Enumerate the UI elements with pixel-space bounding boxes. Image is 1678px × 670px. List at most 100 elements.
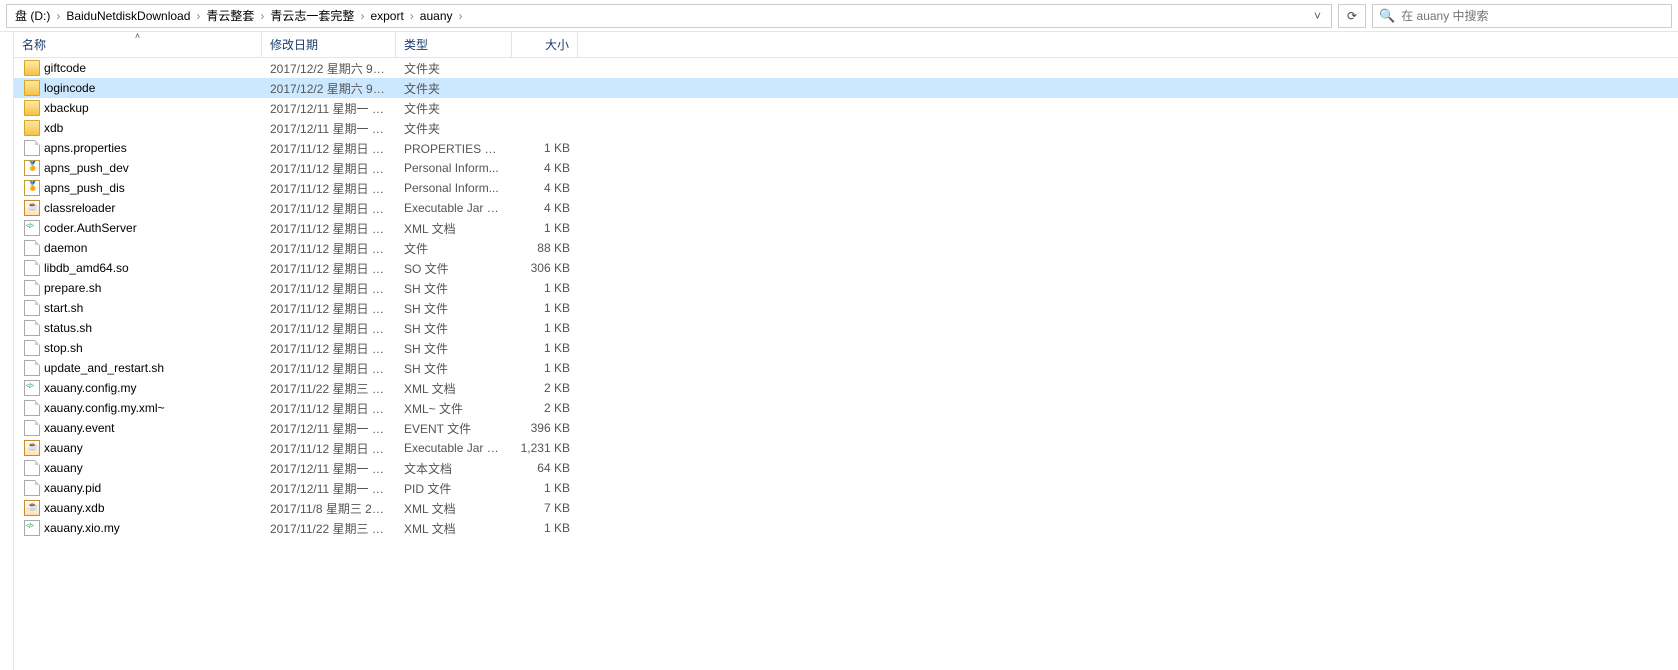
file-row[interactable]: stop.sh2017/11/12 星期日 1...SH 文件1 KB xyxy=(14,338,1678,358)
folder-icon xyxy=(24,80,40,96)
breadcrumb-item[interactable]: BaiduNetdiskDownload xyxy=(62,9,194,23)
breadcrumb-item[interactable]: 青云志一套完整 xyxy=(266,7,358,24)
file-name-cell: xdb xyxy=(14,120,262,136)
file-name-label: stop.sh xyxy=(44,341,83,355)
file-date-cell: 2017/12/11 星期一 1... xyxy=(262,100,396,117)
file-name-cell: prepare.sh xyxy=(14,280,262,296)
file-row[interactable]: status.sh2017/11/12 星期日 1...SH 文件1 KB xyxy=(14,318,1678,338)
file-name-label: xauany xyxy=(44,461,83,475)
file-date-cell: 2017/11/12 星期日 1... xyxy=(262,220,396,237)
file-date-cell: 2017/11/12 星期日 1... xyxy=(262,400,396,417)
file-row[interactable]: start.sh2017/11/12 星期日 1...SH 文件1 KB xyxy=(14,298,1678,318)
file-date-cell: 2017/11/12 星期日 1... xyxy=(262,440,396,457)
file-name-cell: xauany.event xyxy=(14,420,262,436)
file-size-cell: 7 KB xyxy=(512,501,578,515)
search-input[interactable] xyxy=(1401,9,1665,23)
file-name-label: logincode xyxy=(44,81,95,95)
file-row[interactable]: xauany.config.my.xml~ 2017/11/12 星期日 1...… xyxy=(14,398,1678,418)
file-name-cell: start.sh xyxy=(14,300,262,316)
file-date-cell: 2017/11/22 星期三 1:... xyxy=(262,380,396,397)
file-row[interactable]: classreloader 2017/11/12 星期日 1...Executab… xyxy=(14,198,1678,218)
column-size[interactable]: 大小 xyxy=(512,32,578,57)
file-date-cell: 2017/12/11 星期一 9:... xyxy=(262,460,396,477)
file-row[interactable]: xbackup2017/12/11 星期一 1...文件夹 xyxy=(14,98,1678,118)
file-row[interactable]: xauany.xdb2017/11/8 星期三 21:...XML 文档7 KB xyxy=(14,498,1678,518)
file-date-cell: 2017/11/12 星期日 1... xyxy=(262,340,396,357)
file-date-cell: 2017/11/12 星期日 1... xyxy=(262,240,396,257)
column-date[interactable]: 修改日期 xyxy=(262,32,396,57)
navigation-pane[interactable] xyxy=(0,32,14,670)
file-row[interactable]: prepare.sh2017/11/12 星期日 1...SH 文件1 KB xyxy=(14,278,1678,298)
refresh-icon: ⟳ xyxy=(1347,9,1357,23)
file-size-cell: 2 KB xyxy=(512,401,578,415)
folder-icon xyxy=(24,120,40,136)
breadcrumb-item[interactable]: 青云整套 xyxy=(202,7,258,24)
refresh-button[interactable]: ⟳ xyxy=(1338,4,1366,28)
file-type-cell: PID 文件 xyxy=(396,480,512,497)
file-row[interactable]: xdb2017/12/11 星期一 1...文件夹 xyxy=(14,118,1678,138)
column-headers: ˄ 名称 修改日期 类型 大小 xyxy=(14,32,1678,58)
file-icon xyxy=(24,140,40,156)
file-name-label: xauany.xio.my xyxy=(44,521,120,535)
file-date-cell: 2017/12/2 星期六 9:33 xyxy=(262,60,396,77)
toolbar: 盘 (D:) › BaiduNetdiskDownload › 青云整套 › 青… xyxy=(0,0,1678,32)
breadcrumb-item[interactable]: auany xyxy=(416,9,457,23)
file-date-cell: 2017/11/22 星期三 1:... xyxy=(262,520,396,537)
file-icon xyxy=(24,280,40,296)
file-name-cell: apns.properties xyxy=(14,140,262,156)
file-size-cell: 4 KB xyxy=(512,201,578,215)
file-size-cell: 1 KB xyxy=(512,281,578,295)
file-name-cell: xauany.pid xyxy=(14,480,262,496)
file-row[interactable]: xauany2017/12/11 星期一 9:...文本文档64 KB xyxy=(14,458,1678,478)
file-row[interactable]: daemon2017/11/12 星期日 1...文件88 KB xyxy=(14,238,1678,258)
file-row[interactable]: logincode2017/12/2 星期六 9:33文件夹 xyxy=(14,78,1678,98)
file-type-cell: 文件夹 xyxy=(396,100,512,117)
file-name-cell: apns_push_dev xyxy=(14,160,262,176)
file-row[interactable]: xauany.pid2017/12/11 星期一 9:...PID 文件1 KB xyxy=(14,478,1678,498)
breadcrumb-item[interactable]: 盘 (D:) xyxy=(11,7,54,24)
search-box[interactable]: 🔍 xyxy=(1372,4,1672,28)
file-size-cell: 2 KB xyxy=(512,381,578,395)
file-type-cell: SO 文件 xyxy=(396,260,512,277)
file-row[interactable]: apns_push_dis2017/11/12 星期日 1...Personal… xyxy=(14,178,1678,198)
file-name-label: update_and_restart.sh xyxy=(44,361,164,375)
file-icon xyxy=(24,460,40,476)
file-date-cell: 2017/12/11 星期一 9:... xyxy=(262,480,396,497)
column-name[interactable]: ˄ 名称 xyxy=(14,32,262,57)
file-row[interactable]: libdb_amd64.so2017/11/12 星期日 1...SO 文件30… xyxy=(14,258,1678,278)
jar-icon xyxy=(24,500,40,516)
file-date-cell: 2017/11/12 星期日 1... xyxy=(262,200,396,217)
file-row[interactable]: update_and_restart.sh2017/11/12 星期日 1...… xyxy=(14,358,1678,378)
file-name-label: giftcode xyxy=(44,61,86,75)
file-row[interactable]: apns_push_dev2017/11/12 星期日 1...Personal… xyxy=(14,158,1678,178)
breadcrumb-item[interactable]: export xyxy=(366,9,407,23)
file-row[interactable]: xauany2017/11/12 星期日 1...Executable Jar … xyxy=(14,438,1678,458)
file-icon xyxy=(24,240,40,256)
file-name-cell: stop.sh xyxy=(14,340,262,356)
file-date-cell: 2017/11/12 星期日 1... xyxy=(262,320,396,337)
file-icon xyxy=(24,400,40,416)
column-type[interactable]: 类型 xyxy=(396,32,512,57)
file-row[interactable]: xauany.xio.my2017/11/22 星期三 1:...XML 文档1… xyxy=(14,518,1678,538)
history-dropdown-icon[interactable]: ˅ xyxy=(1308,9,1327,23)
file-row[interactable]: giftcode2017/12/2 星期六 9:33文件夹 xyxy=(14,58,1678,78)
file-name-label: classreloader xyxy=(44,201,115,215)
file-name-label: apns_push_dis xyxy=(44,181,125,195)
file-row[interactable]: xauany.config.my2017/11/22 星期三 1:...XML … xyxy=(14,378,1678,398)
file-row[interactable]: apns.properties2017/11/12 星期日 1...PROPER… xyxy=(14,138,1678,158)
file-name-label: xauany.config.my.xml~ xyxy=(44,401,165,415)
file-type-cell: XML 文档 xyxy=(396,500,512,517)
file-icon xyxy=(24,340,40,356)
file-date-cell: 2017/11/8 星期三 21:... xyxy=(262,500,396,517)
file-row[interactable]: coder.AuthServer2017/11/12 星期日 1...XML 文… xyxy=(14,218,1678,238)
file-type-cell: Executable Jar File xyxy=(396,201,512,215)
file-size-cell: 64 KB xyxy=(512,461,578,475)
file-icon xyxy=(24,420,40,436)
file-name-label: apns.properties xyxy=(44,141,127,155)
file-name-cell: xbackup xyxy=(14,100,262,116)
breadcrumb[interactable]: 盘 (D:) › BaiduNetdiskDownload › 青云整套 › 青… xyxy=(6,4,1332,28)
folder-icon xyxy=(24,60,40,76)
file-size-cell: 306 KB xyxy=(512,261,578,275)
file-row[interactable]: xauany.event2017/12/11 星期一 9:...EVENT 文件… xyxy=(14,418,1678,438)
file-name-label: prepare.sh xyxy=(44,281,101,295)
